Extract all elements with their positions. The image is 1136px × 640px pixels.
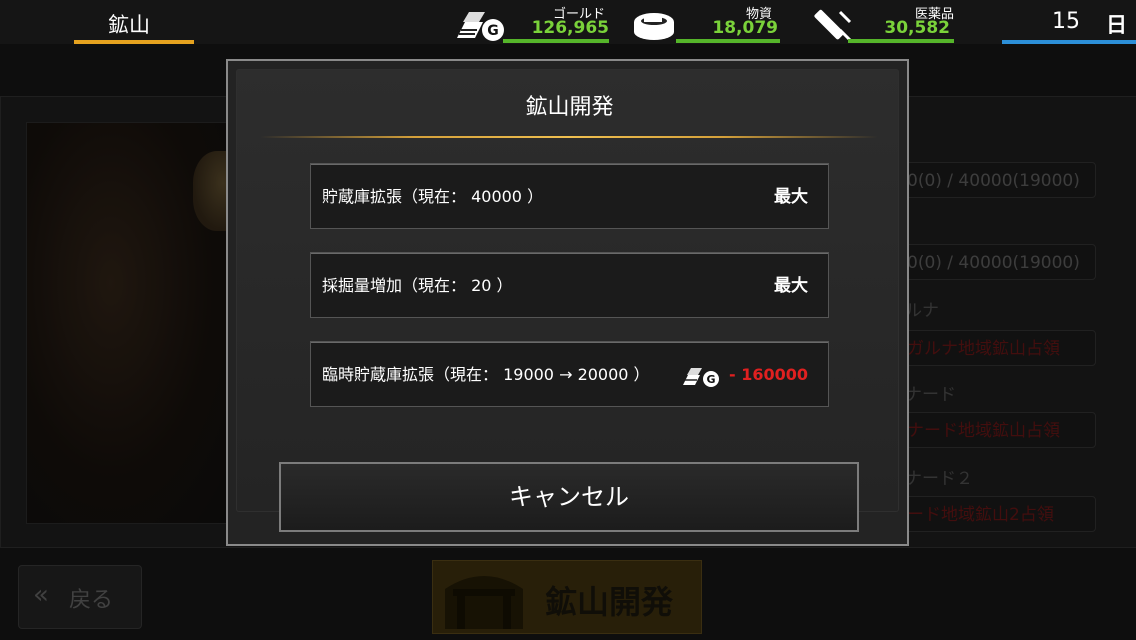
option-temp-storage-expand[interactable]: 臨時貯蔵庫拡張（現在： 19000 → 20000 ） G - 160000: [310, 341, 829, 407]
day-unit: 日: [1106, 13, 1127, 37]
cancel-button-label: キャンセル: [509, 483, 629, 511]
medicine-value: 30,582: [884, 18, 950, 38]
medicine-resource: 医薬品 30,582: [810, 0, 955, 44]
title-divider: [260, 136, 878, 138]
gold-resource: G ゴールド 126,965: [455, 0, 610, 44]
medicine-bar: [848, 39, 954, 43]
svg-text:G: G: [487, 23, 499, 39]
top-bar: 鉱山 G ゴールド 126,965 物資 18,079 医薬品 30,582 1…: [0, 0, 1136, 44]
gold-bars-icon: G: [683, 368, 719, 387]
svg-text:G: G: [706, 373, 715, 386]
supplies-resource: 物資 18,079: [632, 0, 780, 44]
option-status: 最大: [774, 276, 808, 296]
day-number: 15: [1052, 9, 1080, 34]
option-mining-increase[interactable]: 採掘量増加（現在： 20 ） 最大: [310, 252, 829, 318]
gold-bar: [503, 39, 609, 43]
mine-development-dialog: 鉱山開発 貯蔵庫拡張（現在： 40000 ） 最大 採掘量増加（現在： 20 ）…: [226, 59, 909, 546]
cancel-button[interactable]: キャンセル: [279, 462, 859, 532]
gold-value: 126,965: [531, 18, 609, 38]
option-status: 最大: [774, 187, 808, 207]
option-label: 採掘量増加（現在： 20 ）: [322, 276, 513, 295]
option-label: 貯蔵庫拡張（現在： 40000 ）: [322, 187, 544, 206]
option-label: 臨時貯蔵庫拡張（現在： 19000 → 20000 ）: [322, 365, 650, 384]
option-storage-expand[interactable]: 貯蔵庫拡張（現在： 40000 ） 最大: [310, 163, 829, 229]
location-title: 鉱山: [108, 13, 150, 37]
supplies-bar: [676, 39, 780, 43]
dialog-title: 鉱山開発: [525, 95, 614, 120]
supplies-value: 18,079: [712, 18, 778, 38]
option-cost: - 160000: [728, 365, 808, 384]
